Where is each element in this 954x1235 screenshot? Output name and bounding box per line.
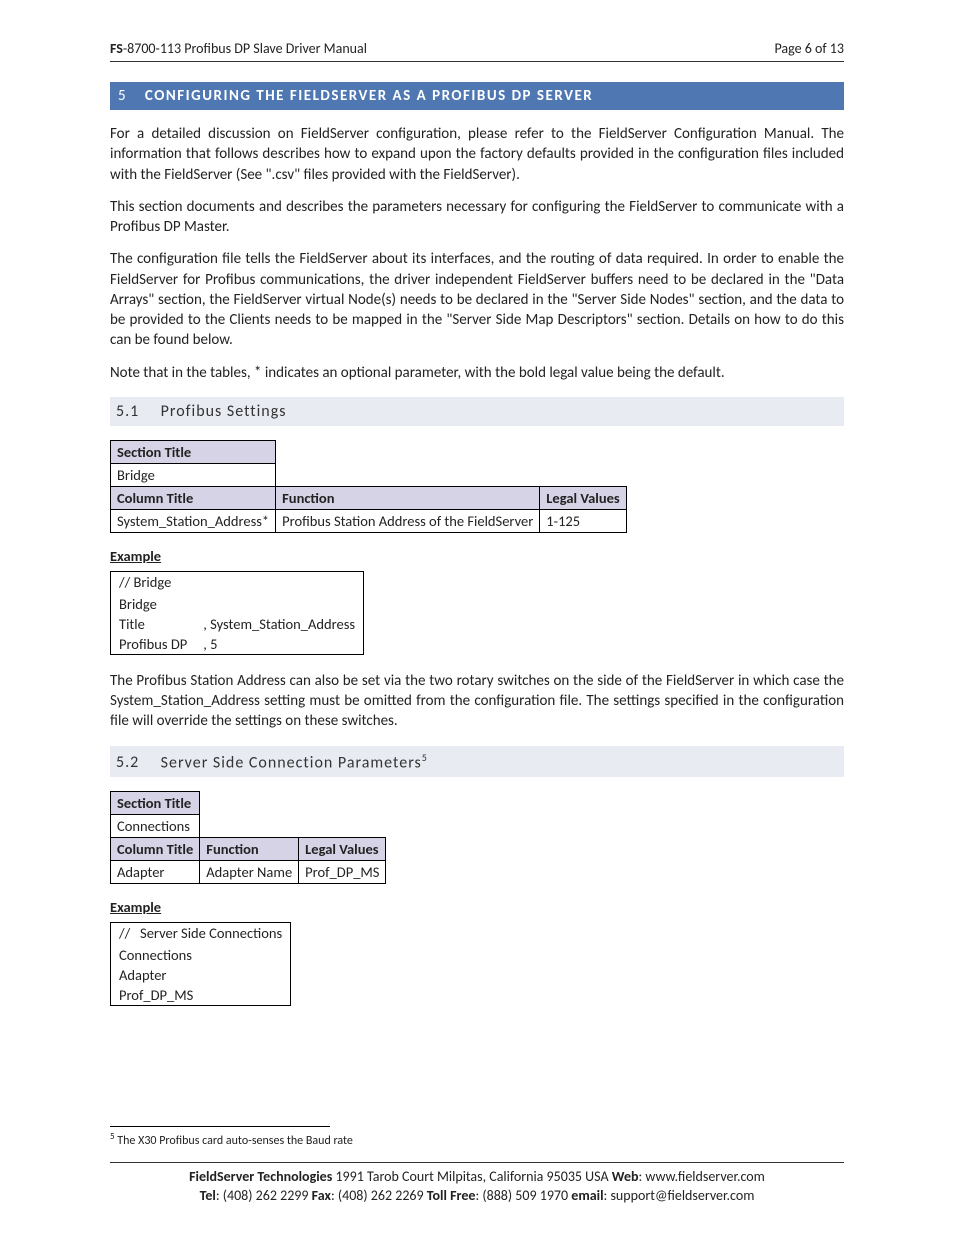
paragraph: For a detailed discussion on FieldServer… — [110, 124, 844, 185]
th-column-title: Column Title — [111, 837, 200, 860]
header-left-rest: -8700-113 Profibus DP Slave Driver Manua… — [123, 40, 367, 57]
paragraph: The configuration file tells the FieldSe… — [110, 249, 844, 350]
footer-company: FieldServer Technologies — [189, 1168, 332, 1185]
ex-line: // Bridge — [111, 571, 364, 592]
example-label: Example — [110, 547, 844, 565]
subsection-title: Server Side Connection Parameters — [161, 753, 422, 772]
footnote-text: The X30 Profibus card auto-senses the Ba… — [115, 1134, 353, 1148]
table-row: System_Station_Address* Profibus Station… — [111, 509, 627, 532]
document-page: FS-8700-113 Profibus DP Slave Driver Man… — [0, 0, 954, 1235]
ex-line: Adapter — [111, 965, 291, 985]
footnote: 5 The X30 Profibus card auto-senses the … — [110, 1131, 844, 1148]
td-func: Profibus Station Address of the FieldSer… — [276, 509, 540, 532]
footer-fax: : (408) 262 2269 — [331, 1187, 427, 1204]
page-footer: FieldServer Technologies 1991 Tarob Cour… — [110, 1163, 844, 1206]
footer-tel-label: Tel — [200, 1187, 216, 1204]
subsection-title: Profibus Settings — [161, 402, 287, 421]
footer-email: : support@fieldserver.com — [604, 1187, 755, 1204]
example-block-2: // Server Side Connections Connections A… — [110, 922, 291, 1006]
subsection-number: 5.2 — [116, 753, 156, 772]
footer-web: : www.fieldserver.com — [639, 1168, 765, 1185]
subsection-heading: 5.2 Server Side Connection Parameters5 — [110, 746, 844, 777]
footer-line-1: FieldServer Technologies 1991 Tarob Cour… — [110, 1167, 844, 1187]
empty-cell — [276, 440, 627, 463]
footer-tel: : (408) 262 2299 — [216, 1187, 312, 1204]
header-right: Page 6 of 13 — [774, 40, 844, 57]
ex-line: // Server Side Connections — [111, 922, 291, 943]
footer-address: 1991 Tarob Court Milpitas, California 95… — [332, 1168, 611, 1185]
profibus-settings-table: Section Title Bridge Column Title Functi… — [110, 440, 627, 533]
section-heading: 5 CONFIGURING THE FIELDSERVER AS A PROFI… — [110, 82, 844, 110]
ex-line: Bridge — [111, 594, 364, 614]
th-section-title: Section Title — [111, 791, 200, 814]
header-rule — [110, 61, 844, 62]
footer-toll: : (888) 509 1970 — [475, 1187, 571, 1204]
td-legal: Prof_DP_MS — [299, 860, 386, 883]
section-title: CONFIGURING THE FIELDSERVER AS A PROFIBU… — [145, 87, 593, 105]
header-left: FS-8700-113 Profibus DP Slave Driver Man… — [110, 40, 367, 57]
header-left-bold: FS — [110, 40, 123, 57]
th-section-title: Section Title — [111, 440, 276, 463]
footnote-separator — [110, 1126, 330, 1127]
footer-fax-label: Fax — [312, 1187, 331, 1204]
table-row: Adapter Adapter Name Prof_DP_MS — [111, 860, 386, 883]
td-legal: 1-125 — [540, 509, 626, 532]
th-legal: Legal Values — [540, 486, 626, 509]
page-header: FS-8700-113 Profibus DP Slave Driver Man… — [110, 40, 844, 61]
th-legal: Legal Values — [299, 837, 386, 860]
ex-line: Prof_DP_MS — [111, 985, 291, 1006]
th-column-title: Column Title — [111, 486, 276, 509]
footnote-ref: 5 — [422, 751, 428, 764]
ex-line: , System_Station_Address — [195, 614, 363, 634]
paragraph: This section documents and describes the… — [110, 197, 844, 238]
paragraph: The Profibus Station Address can also be… — [110, 671, 844, 732]
ex-line: Profibus DP — [111, 634, 196, 655]
example-block-1: // Bridge Bridge Title , System_Station_… — [110, 571, 364, 655]
connection-params-table: Section Title Connections Column Title F… — [110, 791, 386, 884]
empty-cell — [200, 791, 386, 814]
section-number: 5 — [118, 87, 140, 105]
footer-email-label: email — [571, 1187, 603, 1204]
empty-cell — [200, 814, 386, 837]
ex-line: , 5 — [195, 634, 363, 655]
footer-web-label: Web — [612, 1168, 639, 1185]
td-func: Adapter Name — [200, 860, 299, 883]
ex-line: Title — [111, 614, 196, 634]
th-function: Function — [276, 486, 540, 509]
td-section-value: Bridge — [111, 463, 276, 486]
footer-line-2: Tel: (408) 262 2299 Fax: (408) 262 2269 … — [110, 1186, 844, 1206]
example-label: Example — [110, 898, 844, 916]
td-col: System_Station_Address* — [111, 509, 276, 532]
subsection-heading: 5.1 Profibus Settings — [110, 397, 844, 426]
th-function: Function — [200, 837, 299, 860]
ex-line: Connections — [111, 945, 291, 965]
paragraph: Note that in the tables, * indicates an … — [110, 363, 844, 383]
footer-toll-label: Toll Free — [427, 1187, 476, 1204]
td-col: Adapter — [111, 860, 200, 883]
subsection-number: 5.1 — [116, 402, 156, 421]
td-section-value: Connections — [111, 814, 200, 837]
empty-cell — [276, 463, 627, 486]
